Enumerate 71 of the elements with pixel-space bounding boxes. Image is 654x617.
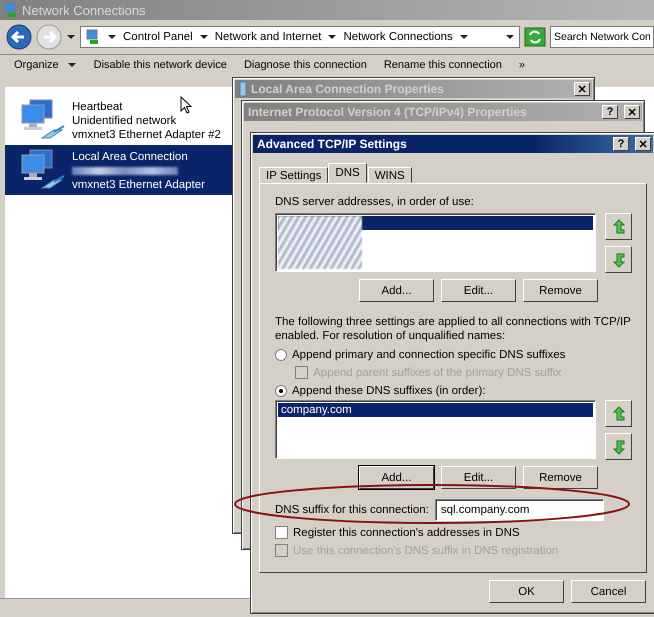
breadcrumb[interactable]: Network Connections: [343, 31, 453, 43]
dropdown-arrow-icon[interactable]: [107, 34, 117, 40]
dialog-button[interactable]: OK: [489, 580, 564, 603]
connection-name: Local Area Connection: [72, 150, 188, 164]
option-label: Append these DNS suffixes (in order):: [292, 385, 486, 397]
dialog-button[interactable]: Cancel: [571, 580, 646, 603]
toolbar-button[interactable]: Disable this network device: [94, 59, 227, 71]
dns-suffix-field[interactable]: sql.company.com: [434, 499, 604, 521]
toolbar-button[interactable]: Diagnose this connection: [244, 59, 367, 71]
dropdown-arrow-icon[interactable]: [198, 34, 209, 40]
list-action-button[interactable]: Edit...: [441, 279, 516, 302]
dialog-title: Advanced TCP/IP Settings: [257, 137, 408, 151]
field-label: DNS suffix for this connection:: [275, 504, 429, 516]
move-down-button[interactable]: [605, 433, 632, 460]
close-button[interactable]: ✕: [624, 105, 640, 119]
plug-icon: [239, 81, 247, 97]
list-action-button[interactable]: Remove: [523, 466, 598, 489]
connection-status: Unidentified network: [72, 114, 176, 128]
move-up-button[interactable]: [605, 400, 632, 427]
list-action-button[interactable]: Edit...: [441, 466, 516, 489]
radio-button[interactable]: [275, 385, 287, 397]
list-action-button[interactable]: Add...: [359, 279, 434, 302]
window-title: Network Connections: [22, 2, 146, 18]
address-bar[interactable]: Control Panel Network and Internet Network Connections: [80, 26, 520, 48]
tab[interactable]: WINS: [368, 167, 412, 183]
adapter-name: vmxnet3 Ethernet Adapter #2: [72, 128, 221, 142]
option-label: Append primary and connection specific DNS suffixes: [292, 349, 566, 361]
adapter-name: vmxnet3 Ethernet Adapter: [72, 178, 205, 192]
dropdown-arrow-icon[interactable]: [458, 34, 469, 40]
close-button[interactable]: ✕: [574, 82, 590, 96]
dns-server-list[interactable]: [275, 213, 596, 272]
dialog-title: Local Area Connection Properties: [251, 82, 445, 96]
connection-item[interactable]: Local Area Connection vmxnet3 Ethernet Adapter: [5, 145, 233, 195]
checkbox[interactable]: [275, 526, 288, 539]
down-arrow-icon: [612, 438, 624, 454]
dropdown-arrow-icon[interactable]: [66, 34, 76, 40]
list-action-button[interactable]: Remove: [523, 279, 598, 302]
list-item[interactable]: company.com: [278, 403, 593, 417]
refresh-button[interactable]: [524, 27, 546, 47]
radio-button[interactable]: [275, 349, 287, 361]
dialog-title: Internet Protocol Version 4 (TCP/IPv4) Properties: [248, 105, 528, 119]
breadcrumb[interactable]: Network and Internet: [214, 31, 322, 43]
dropdown-arrow-icon[interactable]: [66, 62, 77, 68]
dropdown-arrow-icon[interactable]: [327, 34, 338, 40]
tab[interactable]: DNS: [328, 163, 367, 183]
move-up-button[interactable]: [605, 213, 632, 240]
search-field[interactable]: Search Network Con: [550, 26, 654, 48]
back-button[interactable]: [6, 24, 32, 50]
mouse-pointer-icon: [180, 96, 192, 115]
dropdown-arrow-icon[interactable]: [505, 34, 515, 40]
list-action-button[interactable]: Add...: [359, 466, 434, 489]
up-arrow-icon: [612, 406, 624, 422]
tab[interactable]: IP Settings: [259, 167, 328, 183]
move-down-button[interactable]: [605, 246, 632, 273]
section-label: DNS server addresses, in order of use:: [275, 196, 475, 208]
network-icon: [3, 2, 19, 18]
up-arrow-icon: [612, 218, 624, 234]
toolbar-button[interactable]: Rename this connection: [384, 59, 502, 71]
dns-suffix-list[interactable]: company.com: [275, 400, 596, 459]
more-button[interactable]: »: [518, 59, 525, 71]
close-button[interactable]: ✕: [635, 137, 651, 151]
help-button[interactable]: ?: [613, 137, 629, 151]
help-button[interactable]: ?: [602, 105, 618, 119]
network-icon: [85, 29, 101, 45]
down-arrow-icon: [612, 252, 624, 268]
connection-item[interactable]: Heartbeat Unidentified network vmxnet3 Ethernet Adapter #2: [5, 95, 233, 145]
option-label: Register this connection's addresses in DNS: [293, 526, 520, 538]
toolbar-button[interactable]: Organize: [14, 59, 77, 71]
description-text: The following three settings are applied to all connections with TCP/IP enabled. For resolution of unqualified names:: [275, 315, 632, 343]
connection-name: Heartbeat: [72, 100, 123, 114]
breadcrumb[interactable]: Control Panel: [123, 31, 193, 43]
